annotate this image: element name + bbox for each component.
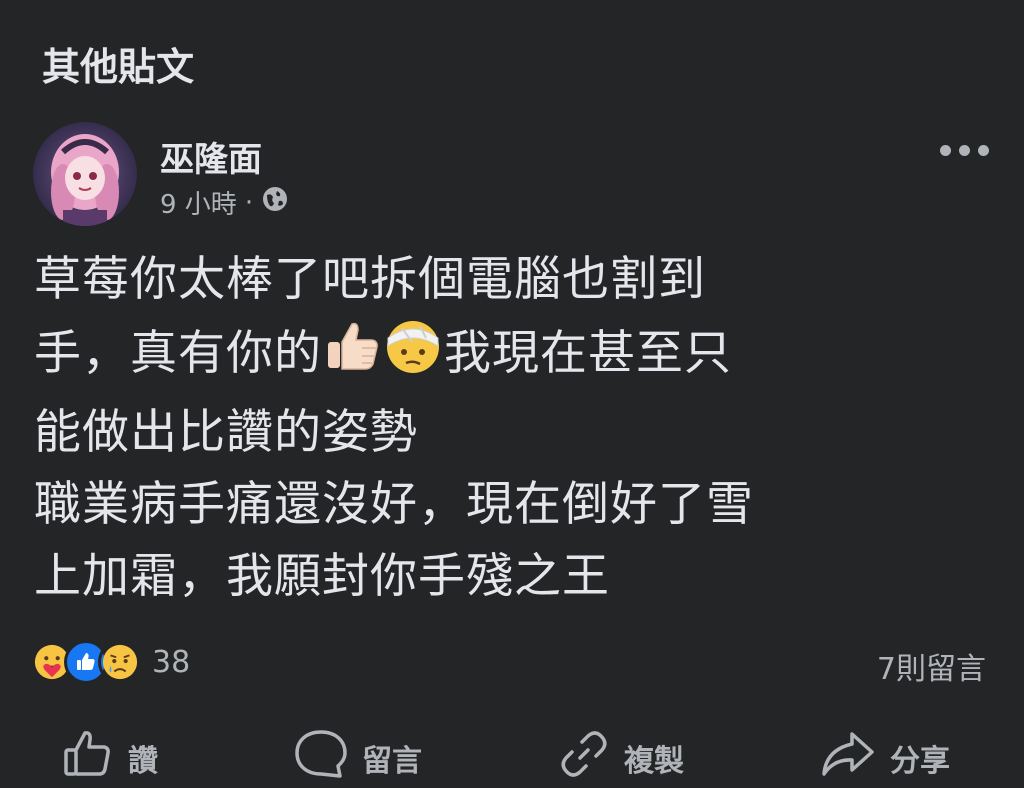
- post-time[interactable]: 9 小時: [160, 184, 237, 221]
- share-label: 分享: [890, 744, 950, 779]
- more-dots-icon[interactable]: [940, 140, 992, 160]
- author-name[interactable]: 巫隆面: [160, 132, 262, 181]
- share-arrow-icon: [820, 728, 876, 788]
- thumbs-up-emoji: [322, 316, 382, 397]
- like-button[interactable]: 讚: [62, 728, 158, 788]
- meta-separator: ·: [244, 187, 254, 218]
- post-line: 上加霜，我願封你手殘之王: [34, 549, 610, 604]
- thumbs-up-icon: [62, 728, 114, 788]
- copy-button[interactable]: 複製: [558, 728, 684, 788]
- reaction-summary[interactable]: 38: [30, 640, 190, 684]
- like-label: 讚: [128, 744, 158, 779]
- post-text: 草莓你太棒了吧拆個電腦也割到 手，真有你的 我現在甚至只 能做出比讚的姿勢 職業…: [34, 244, 994, 613]
- comment-label: 留言: [362, 744, 422, 779]
- post-line: 能做出比讚的姿勢: [34, 405, 418, 460]
- share-button[interactable]: 分享: [820, 728, 950, 788]
- post-meta: 9 小時 ·: [160, 184, 289, 221]
- comment-button[interactable]: 留言: [294, 728, 422, 788]
- section-title: 其他貼文: [42, 45, 195, 89]
- action-bar: 讚 留言 複製 分享: [0, 722, 1024, 788]
- avatar[interactable]: [33, 122, 137, 226]
- post-line: 手，真有你的 我現在甚至只: [34, 316, 994, 397]
- reaction-count: 38: [152, 644, 191, 680]
- comment-icon: [294, 728, 348, 788]
- post-line: 職業病手痛還沒好，現在倒好了雪: [34, 477, 754, 532]
- bandaged-face-emoji: [382, 316, 444, 397]
- comment-count[interactable]: 7則留言: [877, 644, 986, 688]
- globe-icon: [261, 185, 289, 220]
- link-icon: [558, 728, 610, 788]
- post-line: 草莓你太棒了吧拆個電腦也割到: [34, 252, 706, 307]
- sad-icon: [98, 640, 142, 684]
- copy-label: 複製: [624, 744, 684, 779]
